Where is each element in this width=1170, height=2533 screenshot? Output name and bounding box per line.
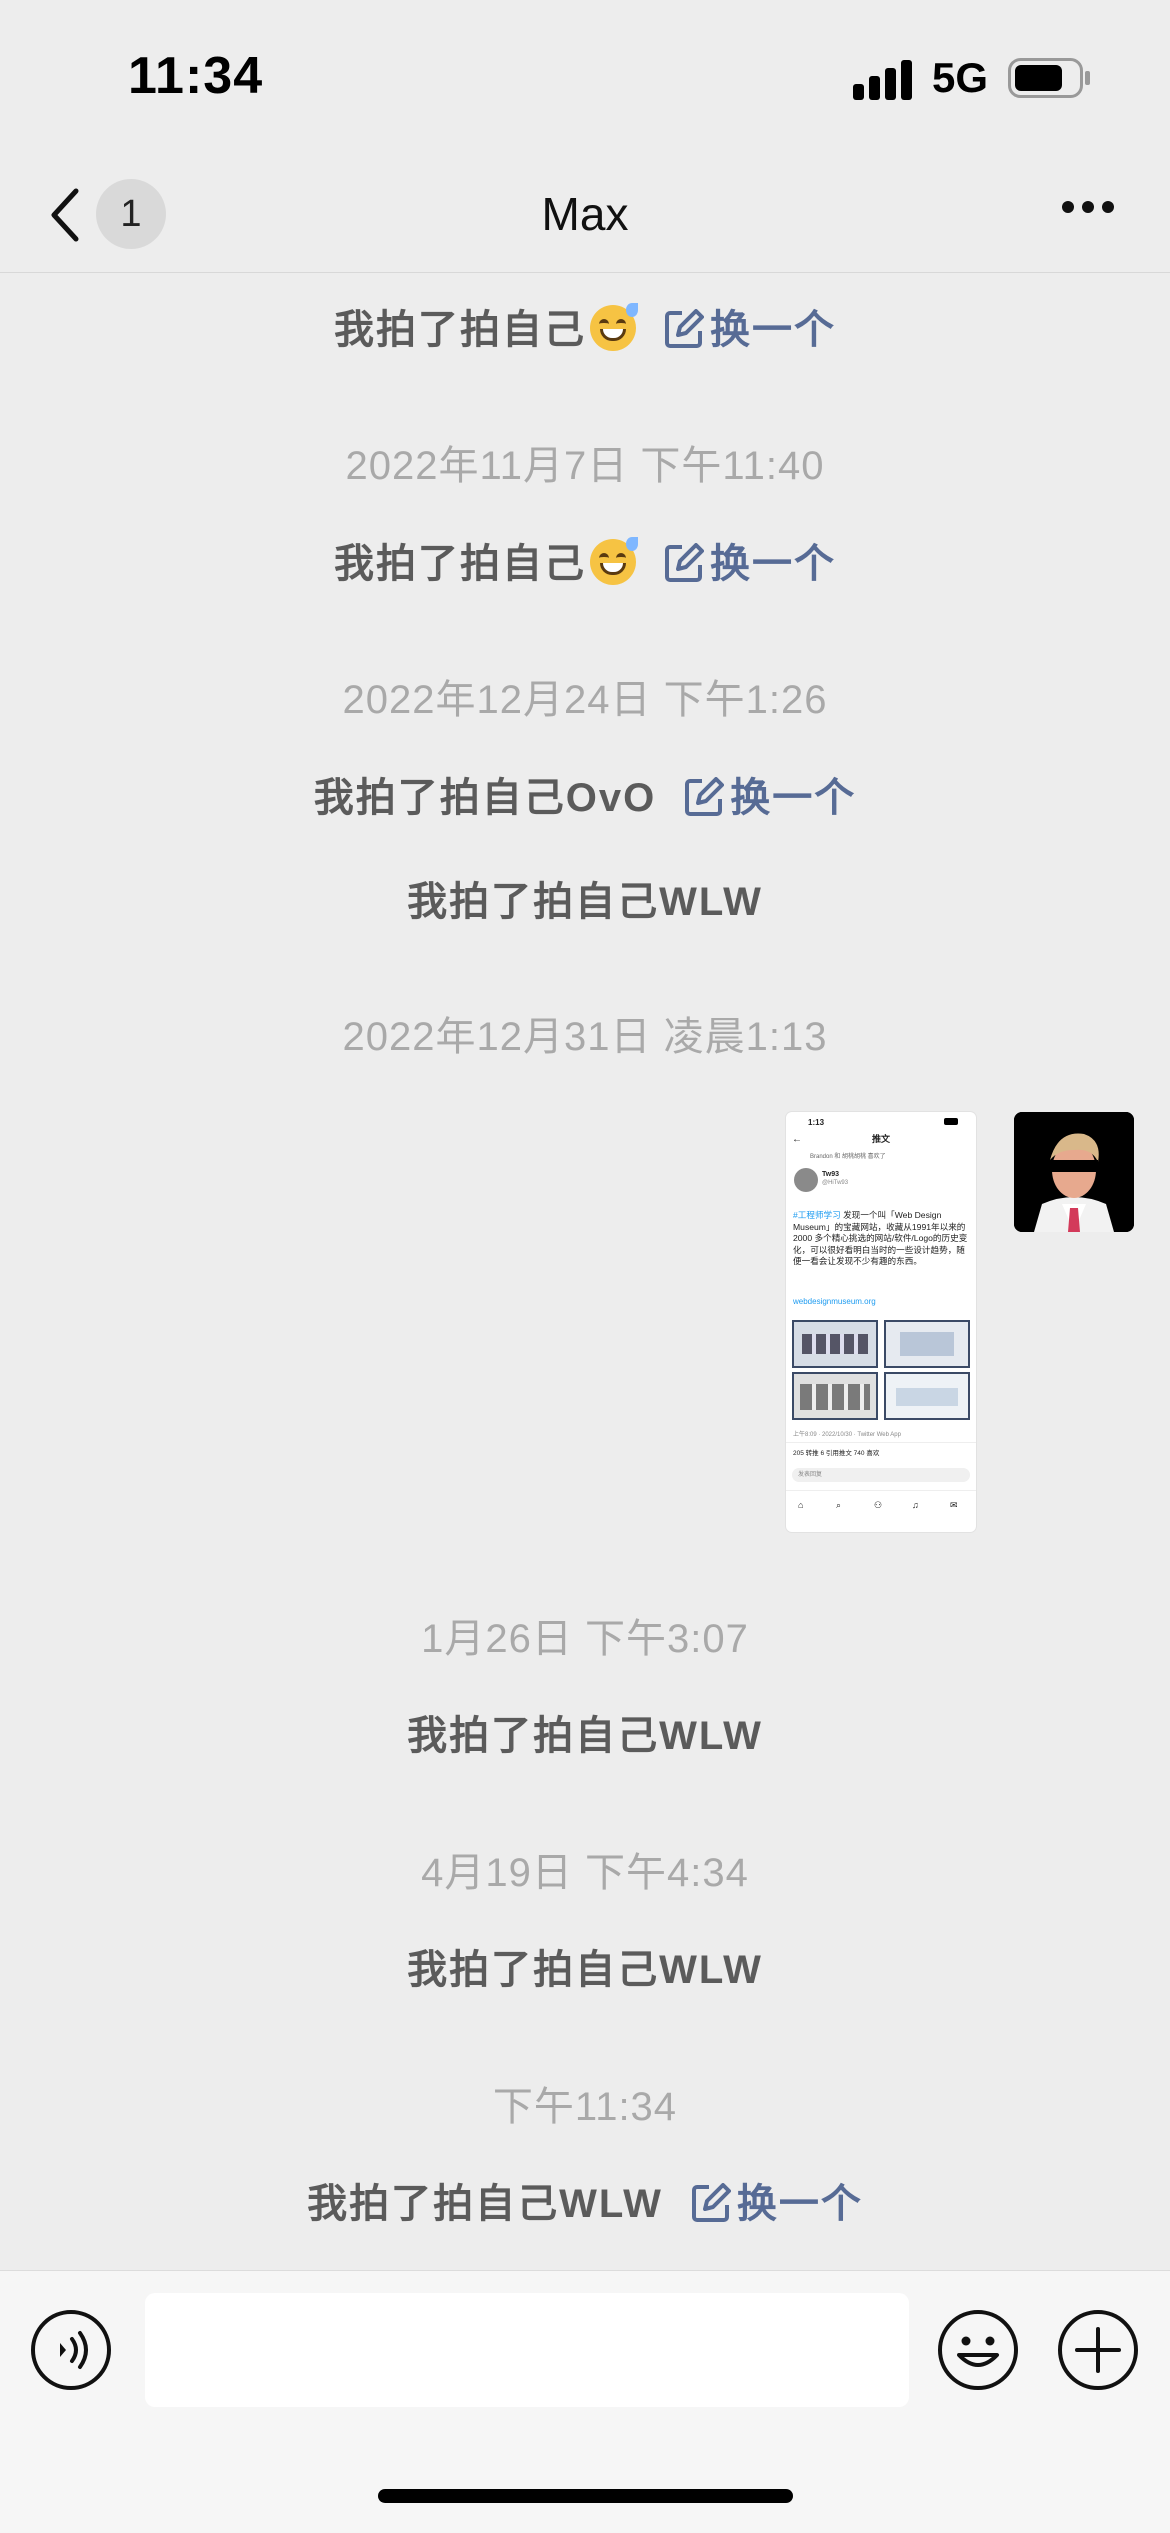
sweat-smile-emoji	[590, 537, 638, 585]
tweet-avatar	[794, 1168, 818, 1192]
tweet-body: #工程师学习 发现一个叫「Web Design Museum」的宝藏网站，收藏从…	[793, 1210, 971, 1268]
edit-icon	[685, 777, 725, 816]
tweet-header: 推文	[871, 1134, 890, 1144]
timestamp: 2022年12月24日 下午1:26	[342, 678, 828, 722]
system-message: 我拍了拍自己 换一个	[0, 531, 1170, 589]
message-input[interactable]	[145, 2293, 909, 2407]
tweet-status-icons	[926, 1118, 958, 1126]
status-bar: 11:34 5G	[0, 0, 1170, 155]
system-message: 我拍了拍自己WLW	[0, 869, 1170, 927]
tweet-stats: 205 转推 6 引用推文 740 喜欢	[793, 1450, 880, 1457]
chat-area[interactable]: 我拍了拍自己 换一个 2022年11月7日 下午11:40 我拍了拍自己 换一个 2…	[0, 272, 1170, 2270]
tweet-tab-bar: ⌂ ⌕ ⚇ ♫ ✉	[798, 1500, 958, 1510]
tweet-liked-by: Brandon 和 胡桃胡桃 喜欢了	[810, 1154, 886, 1160]
timestamp: 下午11:34	[492, 2085, 678, 2129]
timestamp: 1月26日 下午3:07	[421, 1617, 749, 1661]
avatar-image	[1014, 1112, 1134, 1232]
voice-icon[interactable]	[30, 2309, 112, 2391]
swap-link[interactable]: 换一个	[664, 542, 836, 586]
tweet-meta: 上午8:09 · 2022/10/30 · Twitter Web App	[793, 1432, 901, 1438]
network-label: 5G	[932, 54, 989, 101]
system-message: 我拍了拍自己WLW	[0, 1937, 1170, 1995]
swap-label: 换一个	[730, 776, 857, 820]
image-message[interactable]: 1:13 ← 推文 Brandon 和 胡桃胡桃 喜欢了 Tw93 @HiTw9…	[786, 1112, 976, 1532]
pat-text: 我拍了拍自己WLW	[407, 1714, 763, 1758]
signal-icon	[853, 60, 912, 100]
more-icon[interactable]	[1060, 199, 1116, 215]
pat-text: 我拍了拍自己WLW	[407, 1948, 763, 1992]
timestamp: 2022年12月31日 凌晨1:13	[342, 1015, 828, 1059]
pat-text: 我拍了拍自己WLW	[307, 2182, 663, 2226]
tweet-reply-box: 发表回复	[792, 1468, 970, 1482]
pat-text: 我拍了拍自己WLW	[407, 880, 763, 924]
system-message: 我拍了拍自己 换一个	[0, 297, 1170, 355]
system-message: 我拍了拍自己WLW	[0, 1703, 1170, 1761]
system-message: 我拍了拍自己WLW 换一个	[0, 2171, 1170, 2229]
swap-link[interactable]: 换一个	[664, 308, 836, 352]
pat-text: 我拍了拍自己	[334, 308, 586, 352]
edit-icon	[665, 309, 704, 348]
sender-avatar[interactable]	[1014, 1112, 1134, 1232]
swap-label: 换一个	[710, 542, 836, 586]
tweet-hashtag: #工程师学习	[793, 1210, 841, 1220]
timestamp: 2022年11月7日 下午11:40	[345, 444, 825, 488]
tweet-handle: @HiTw93	[822, 1180, 849, 1186]
home-indicator[interactable]	[378, 2489, 793, 2503]
swap-label: 换一个	[710, 308, 836, 352]
battery-icon	[1008, 58, 1090, 98]
swap-link[interactable]: 换一个	[684, 776, 856, 820]
tweet-screenshot: 1:13 ← 推文 Brandon 和 胡桃胡桃 喜欢了 Tw93 @HiTw9…	[786, 1112, 976, 1532]
emoji-icon[interactable]	[937, 2309, 1019, 2391]
edit-icon	[665, 543, 704, 582]
tweet-time: 1:13	[808, 1118, 825, 1127]
tweet-preview-grid	[792, 1320, 970, 1420]
edit-icon	[691, 2183, 731, 2222]
status-time: 11:34	[128, 47, 264, 105]
timestamp: 4月19日 下午4:34	[421, 1851, 749, 1895]
pat-text: 我拍了拍自己	[334, 542, 586, 586]
nav-bar: 1 Max	[0, 155, 1170, 273]
plus-icon[interactable]	[1057, 2309, 1139, 2391]
swap-link[interactable]: 换一个	[691, 2182, 863, 2226]
tweet-link: webdesignmuseum.org	[793, 1297, 876, 1306]
chat-title: Max	[541, 188, 629, 240]
sweat-smile-emoji	[590, 303, 638, 351]
pat-text: 我拍了拍自己OvO	[313, 776, 657, 820]
system-message: 我拍了拍自己OvO 换一个	[0, 765, 1170, 823]
swap-label: 换一个	[736, 2182, 863, 2226]
